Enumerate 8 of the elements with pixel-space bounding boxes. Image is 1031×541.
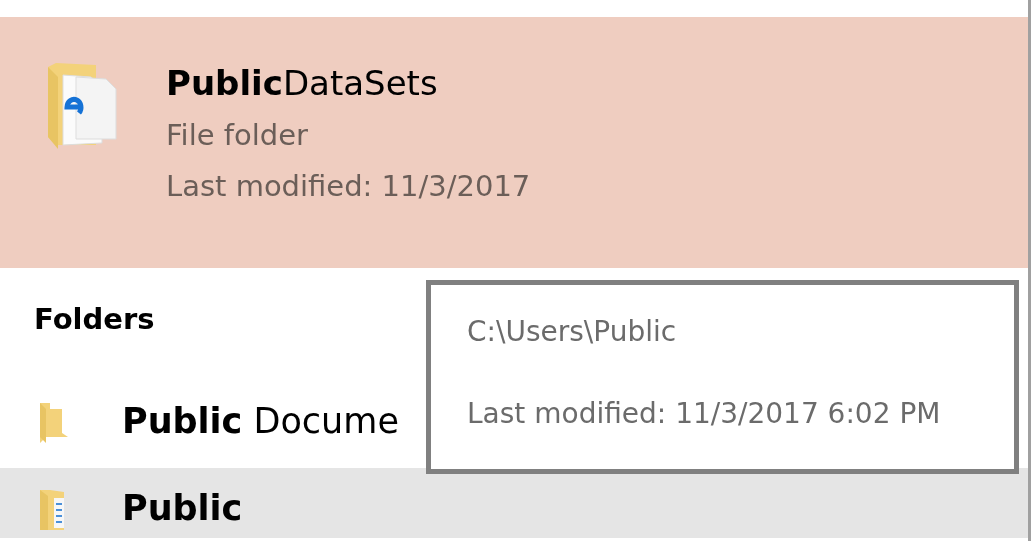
modified-date: Last modified: 11/3/2017 xyxy=(166,168,531,204)
item-type: File folder xyxy=(166,117,309,153)
result-title: PublicDataSets xyxy=(166,63,439,104)
folder-name: Public xyxy=(122,486,243,530)
folder-name: Public Docume xyxy=(122,399,399,443)
section-heading: Folders xyxy=(34,302,155,336)
folder-path: C:\Users\Public xyxy=(467,315,678,349)
modified-date: Last modified: 11/3/2017 6:02 PM xyxy=(467,396,942,431)
